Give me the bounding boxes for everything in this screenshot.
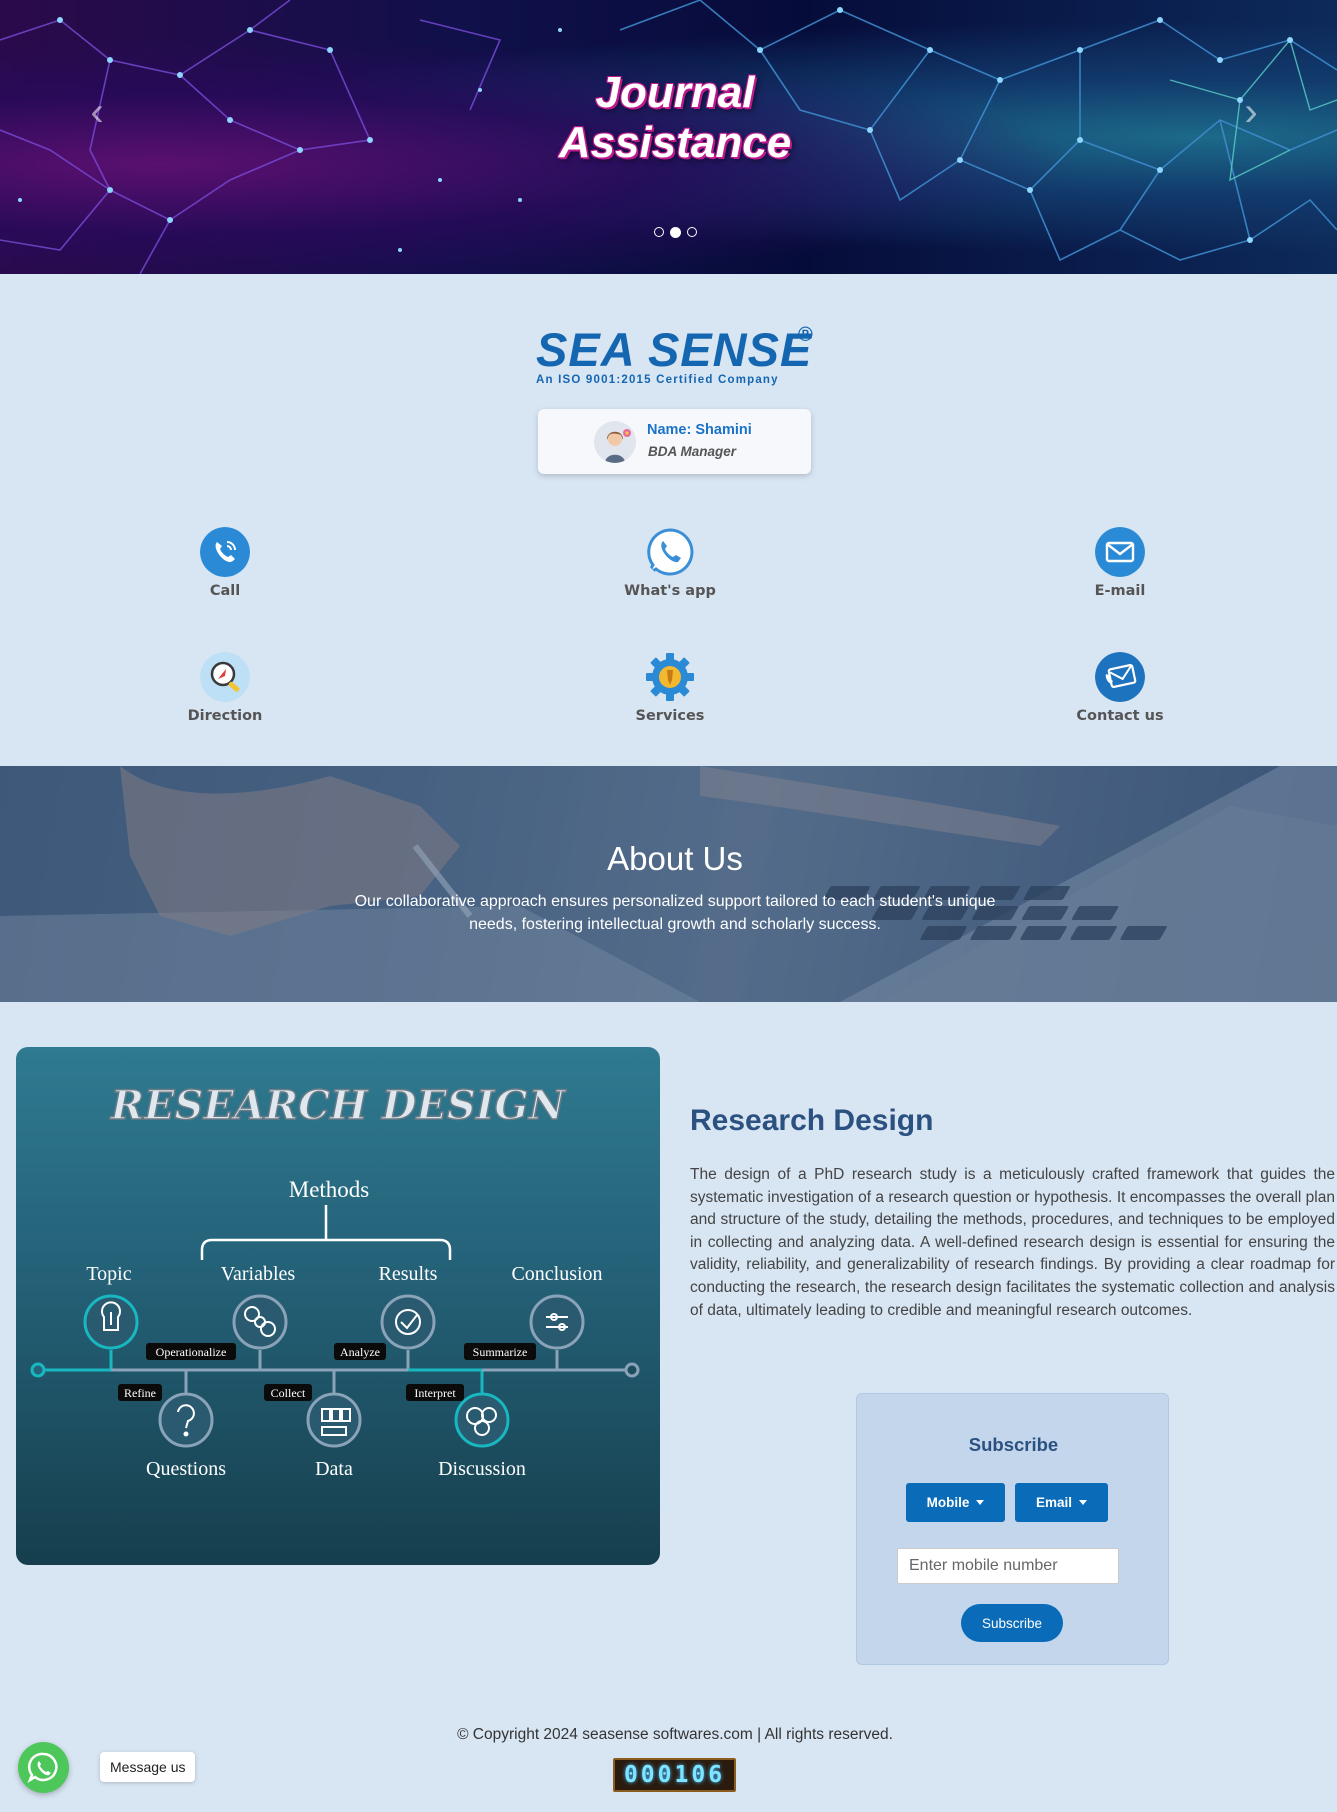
whatsapp-link[interactable]: What's app (590, 527, 750, 599)
research-design-image: RESEARCH DESIGN Methods Topic Variables … (16, 1047, 660, 1565)
hero-title-line1: Journal (595, 68, 755, 117)
caret-down-icon (1079, 1500, 1088, 1505)
gear-icon (646, 653, 694, 701)
email-dropdown-button[interactable]: Email (1015, 1483, 1108, 1522)
message-us-label[interactable]: Message us (100, 1752, 196, 1782)
call-label: Call (209, 583, 241, 599)
results-check-icon (380, 1294, 436, 1350)
map-pin-icon (200, 652, 250, 702)
email-label: E-mail (1094, 583, 1146, 599)
contact-icon (1095, 652, 1145, 702)
avatar (594, 421, 636, 463)
registered-mark: ® (798, 324, 813, 346)
tag-operationalize: Operationalize (156, 1345, 227, 1359)
label-conclusion: Conclusion (511, 1263, 602, 1285)
visitor-counter: 000106 (613, 1758, 736, 1792)
contact-person-card: Name: Shamini BDA Manager (538, 409, 811, 474)
visitor-count: 000106 (623, 1762, 726, 1788)
mobile-dropdown-label: Mobile (926, 1495, 970, 1510)
direction-link[interactable]: Direction (145, 652, 305, 724)
email-link[interactable]: E-mail (1040, 527, 1200, 599)
carousel-dot-1[interactable] (654, 227, 664, 237)
about-title: About Us (607, 840, 743, 877)
carousel-dot-3[interactable] (687, 227, 697, 237)
research-design-title: Research Design (690, 1104, 934, 1137)
copyright-text: © Copyright 2024 seasense softwares.com … (457, 1726, 893, 1743)
services-label: Services (635, 708, 705, 724)
caret-down-icon (976, 1500, 985, 1505)
tag-collect: Collect (271, 1386, 306, 1400)
tag-summarize: Summarize (473, 1345, 528, 1359)
tag-analyze: Analyze (340, 1345, 380, 1359)
research-image-methods: Methods (289, 1177, 370, 1202)
about-text: Our collaborative approach ensures perso… (354, 893, 996, 933)
whatsapp-label: What's app (624, 583, 716, 599)
contact-us-link[interactable]: Contact us (1040, 652, 1200, 724)
direction-label: Direction (187, 708, 263, 724)
questions-icon (158, 1392, 214, 1448)
contact-name: Name: Shamini (647, 422, 752, 438)
label-variables: Variables (221, 1263, 296, 1285)
about-section: About Us Our collaborative approach ensu… (0, 766, 1337, 1002)
research-image-heading: RESEARCH DESIGN (110, 1082, 567, 1129)
label-results: Results (379, 1263, 438, 1285)
label-discussion: Discussion (438, 1458, 526, 1480)
research-design-body: The design of a PhD research study is a … (690, 1166, 1335, 1319)
logo-name: SEA SENSE (536, 323, 813, 376)
hero-carousel: ‹ › Journal Assistance (0, 0, 1337, 274)
tag-refine: Refine (124, 1386, 156, 1400)
call-link[interactable]: Call (145, 527, 305, 599)
mail-icon (1095, 527, 1145, 577)
carousel-indicators (654, 227, 697, 238)
label-topic: Topic (86, 1263, 131, 1285)
phone-icon (200, 527, 250, 577)
subscribe-panel: Subscribe Mobile Email Subscribe (856, 1393, 1169, 1665)
tag-interpret: Interpret (414, 1386, 456, 1400)
whatsapp-icon (27, 1752, 58, 1783)
mobile-number-input[interactable] (897, 1548, 1119, 1584)
subscribe-button[interactable]: Subscribe (961, 1604, 1063, 1642)
carousel-dot-2[interactable] (670, 227, 681, 238)
hero-title-line2: Assistance (558, 118, 792, 167)
subscribe-title: Subscribe (968, 1434, 1059, 1455)
contact-us-label: Contact us (1076, 708, 1164, 724)
email-dropdown-label: Email (1035, 1495, 1073, 1510)
label-questions: Questions (146, 1458, 226, 1480)
variables-icon (232, 1294, 288, 1350)
label-data: Data (315, 1458, 353, 1480)
conclusion-icon (529, 1294, 585, 1350)
whatsapp-float-button[interactable] (18, 1742, 69, 1793)
company-logo: SEA SENSE ® An ISO 9001:2015 Certified C… (536, 323, 826, 390)
whatsapp-icon (646, 528, 694, 576)
mobile-dropdown-button[interactable]: Mobile (906, 1483, 1005, 1522)
services-link[interactable]: Services (590, 652, 750, 724)
contact-role: BDA Manager (648, 444, 737, 459)
